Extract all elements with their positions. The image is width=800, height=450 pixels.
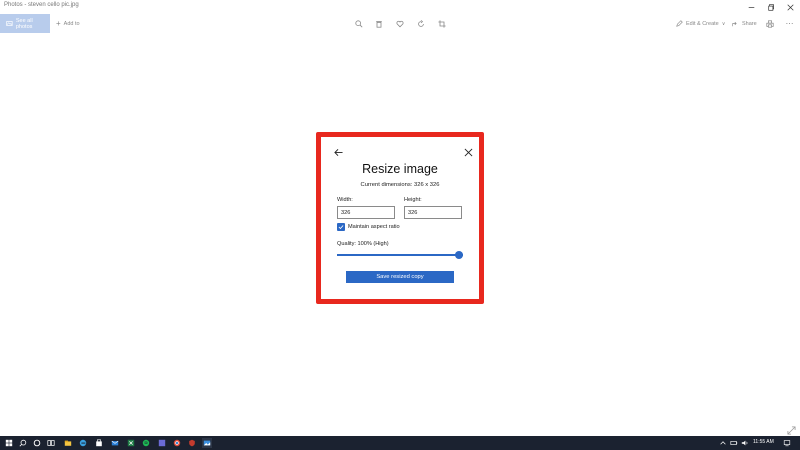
search-icon[interactable]: [18, 438, 28, 448]
zoom-icon[interactable]: [353, 18, 364, 29]
taskbar: 11:55 AM: [0, 436, 800, 450]
spotify-icon[interactable]: [141, 438, 151, 448]
dialog-highlight-frame: Resize image Current dimensions: 326 x 3…: [316, 132, 484, 304]
mail-icon[interactable]: [110, 438, 120, 448]
chrome-icon[interactable]: [172, 438, 182, 448]
edit-create-button[interactable]: Edit & Create ∨: [676, 14, 725, 33]
heart-icon[interactable]: [394, 18, 405, 29]
file-explorer-icon[interactable]: [63, 438, 73, 448]
more-icon[interactable]: ⋯: [784, 18, 795, 29]
height-label: Height:: [404, 197, 422, 203]
windows-start-icon[interactable]: [4, 438, 14, 448]
minimize-icon[interactable]: [745, 1, 757, 13]
share-icon: [732, 21, 737, 27]
print-icon[interactable]: [764, 18, 775, 29]
share-label: Share: [742, 20, 757, 27]
width-label: Width:: [337, 197, 353, 203]
window-title: Photos - steven cello pic.jpg: [4, 2, 79, 8]
dialog-title: Resize image: [362, 162, 438, 176]
chevron-up-icon[interactable]: [718, 438, 728, 448]
slider-track: [337, 254, 463, 256]
save-resized-copy-button[interactable]: Save resized copy: [346, 271, 454, 283]
battery-icon[interactable]: [729, 438, 739, 448]
chevron-down-icon: ∨: [721, 20, 726, 27]
photos-app-icon[interactable]: [202, 438, 212, 448]
add-to-label: Add to: [63, 20, 80, 27]
see-all-photos-button[interactable]: See all photos: [0, 14, 50, 33]
edge-browser-icon[interactable]: [78, 438, 88, 448]
slider-thumb[interactable]: [455, 251, 463, 259]
shield-app-icon[interactable]: [187, 438, 197, 448]
store-icon[interactable]: [94, 438, 104, 448]
task-view-icon[interactable]: [46, 438, 56, 448]
volume-icon[interactable]: [740, 438, 750, 448]
plus-icon: +: [56, 18, 61, 28]
edit-create-label: Edit & Create: [686, 20, 719, 27]
excel-icon[interactable]: [126, 438, 136, 448]
delete-icon[interactable]: [373, 18, 384, 29]
current-dimensions: Current dimensions: 326 x 326: [360, 182, 440, 188]
dialog-close-icon[interactable]: [462, 146, 474, 158]
width-input[interactable]: [337, 206, 395, 219]
app-icon[interactable]: [157, 438, 167, 448]
share-button[interactable]: Share: [732, 14, 757, 33]
rotate-icon[interactable]: [415, 18, 426, 29]
add-to-button[interactable]: + Add to: [56, 14, 80, 33]
clock-time[interactable]: 11:55 AM: [753, 439, 774, 445]
expand-icon[interactable]: [787, 422, 796, 435]
back-arrow-icon[interactable]: [332, 146, 344, 158]
crop-icon[interactable]: [436, 18, 447, 29]
notifications-icon[interactable]: [782, 438, 792, 448]
title-bar: Photos - steven cello pic.jpg: [0, 0, 800, 14]
quality-label: Quality: 100% (High): [337, 241, 389, 247]
cortana-icon[interactable]: [32, 438, 42, 448]
close-icon[interactable]: [784, 1, 796, 13]
quality-slider[interactable]: [337, 251, 463, 259]
height-input[interactable]: [404, 206, 462, 219]
edit-icon: [676, 20, 683, 27]
checkmark-icon: [338, 225, 344, 230]
photos-icon: [6, 21, 13, 26]
toolbar: See all photos + Add to Edit & Create ∨ …: [0, 14, 800, 33]
maximize-icon[interactable]: [765, 1, 777, 13]
aspect-ratio-checkbox[interactable]: [337, 223, 345, 231]
see-all-label: See all photos: [15, 17, 33, 30]
resize-dialog: Resize image Current dimensions: 326 x 3…: [321, 137, 479, 299]
aspect-ratio-label: Maintain aspect ratio: [348, 224, 400, 230]
